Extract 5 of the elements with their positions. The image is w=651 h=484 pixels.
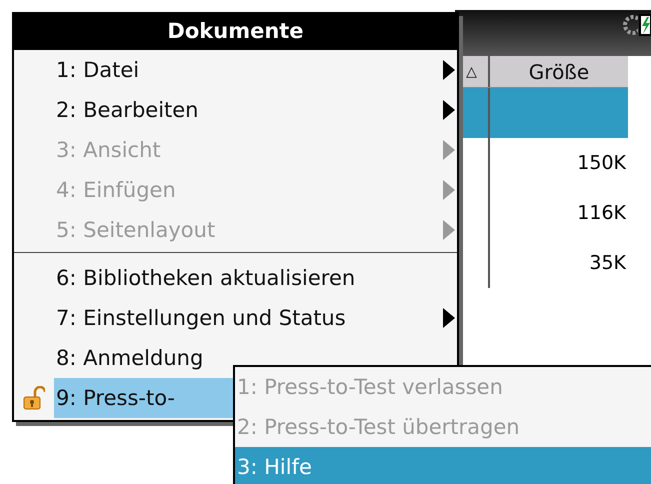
menu-title: Dokumente <box>14 12 457 50</box>
size-value: 150K <box>577 152 626 174</box>
column-header: Größe <box>528 58 590 86</box>
size-value: 116K <box>577 202 626 224</box>
size-value: 35K <box>589 252 626 274</box>
